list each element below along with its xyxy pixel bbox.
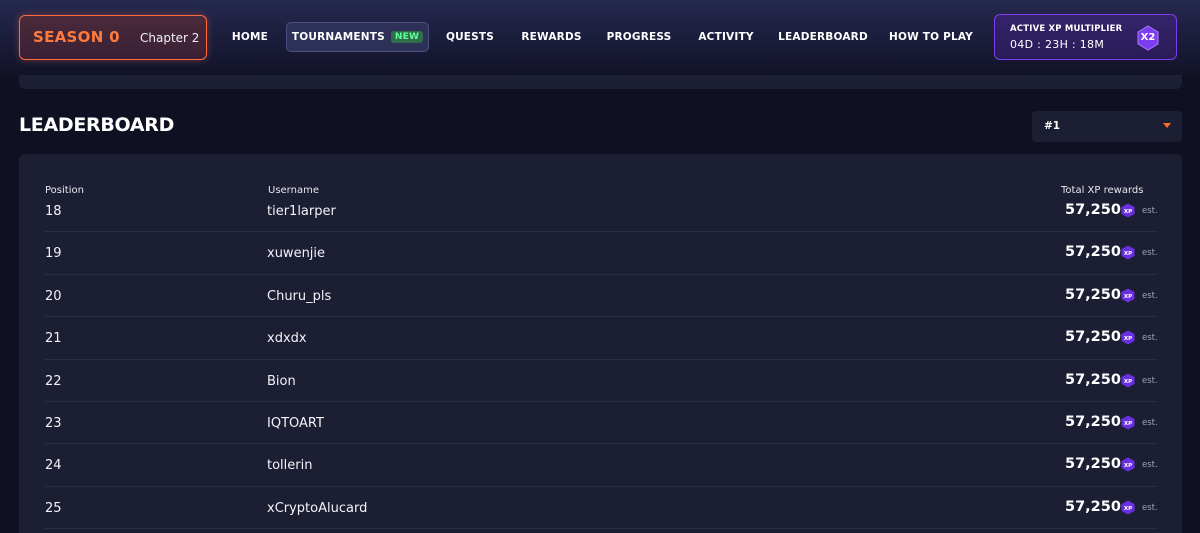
svg-text:XP: XP bbox=[1124, 421, 1132, 427]
xp-token-icon: XP bbox=[1121, 203, 1135, 218]
row-position: 18 bbox=[45, 204, 62, 219]
row-username: Churu_pls bbox=[267, 288, 332, 304]
nav-rewards[interactable]: REWARDS bbox=[518, 22, 585, 52]
row-username: xCryptoAlucard bbox=[267, 500, 368, 516]
svg-text:XP: XP bbox=[1124, 209, 1132, 215]
page-title: LEADERBOARD bbox=[19, 114, 175, 136]
nav-leaderboard[interactable]: LEADERBOARD bbox=[776, 22, 870, 52]
row-username: tier1larper bbox=[267, 204, 336, 219]
leaderboard-table: Position Username Total XP rewards 18 ti… bbox=[19, 154, 1182, 533]
row-position: 22 bbox=[45, 373, 62, 389]
row-xp-value: 57,250 bbox=[1065, 498, 1121, 515]
row-position: 24 bbox=[45, 458, 62, 474]
xp-token-icon: XP bbox=[1121, 288, 1135, 303]
nav-tournaments[interactable]: TOURNAMENTS NEW bbox=[286, 22, 429, 52]
header-total-xp: Total XP rewards bbox=[1061, 185, 1144, 196]
row-position: 19 bbox=[45, 246, 62, 262]
row-username: Bion bbox=[267, 373, 296, 389]
table-row: 23 IQTOART 57,250 XP est. bbox=[19, 402, 1182, 445]
new-badge: NEW bbox=[390, 31, 424, 43]
row-xp-value: 57,250 bbox=[1065, 202, 1121, 218]
row-username: xdxdx bbox=[267, 331, 307, 347]
multiplier-timer: 04D : 23H : 18M bbox=[1010, 38, 1105, 51]
xp-token-icon: XP bbox=[1121, 373, 1135, 388]
xp-token-icon: XP bbox=[1121, 500, 1135, 515]
season-title: SEASON 0 bbox=[33, 28, 120, 46]
chevron-down-icon bbox=[1163, 123, 1171, 128]
row-xp-value: 57,250 bbox=[1065, 329, 1121, 346]
row-est-label: est. bbox=[1142, 290, 1158, 301]
header-position: Position bbox=[45, 185, 84, 196]
row-xp-value: 57,250 bbox=[1065, 456, 1121, 473]
table-row: 19 xuwenjie 57,250 XP est. bbox=[19, 232, 1182, 276]
season-selector[interactable]: SEASON 0 Chapter 2 bbox=[19, 15, 207, 60]
table-row: 21 xdxdx 57,250 XP est. bbox=[19, 317, 1182, 360]
row-xp-value: 57,250 bbox=[1065, 413, 1121, 430]
row-xp-value: 57,250 bbox=[1065, 286, 1121, 303]
table-row: 22 Bion 57,250 XP est. bbox=[19, 360, 1182, 403]
top-navigation-bar: SEASON 0 Chapter 2 HOME TOURNAMENTS NEW … bbox=[0, 0, 1200, 75]
nav-how-to-play[interactable]: HOW TO PLAY bbox=[887, 22, 975, 52]
row-position: 23 bbox=[45, 415, 62, 431]
row-est-label: est. bbox=[1142, 502, 1158, 513]
nav-quests[interactable]: QUESTS bbox=[440, 22, 500, 52]
nav-activity[interactable]: ACTIVITY bbox=[693, 22, 759, 52]
svg-text:XP: XP bbox=[1124, 251, 1132, 257]
row-est-label: est. bbox=[1142, 206, 1158, 216]
xp-token-icon: XP bbox=[1121, 457, 1135, 472]
row-xp-value: 57,250 bbox=[1065, 244, 1121, 261]
row-est-label: est. bbox=[1142, 248, 1158, 259]
svg-text:XP: XP bbox=[1124, 463, 1132, 469]
xp-token-icon: XP bbox=[1121, 415, 1135, 430]
table-body[interactable]: 18 tier1larper 57,250 XP est. 19 xuwenji… bbox=[19, 201, 1182, 533]
row-username: tollerin bbox=[267, 458, 313, 474]
row-position: 21 bbox=[45, 331, 62, 347]
row-username: xuwenjie bbox=[267, 246, 326, 262]
table-row: 20 Churu_pls 57,250 XP est. bbox=[19, 275, 1182, 318]
row-est-label: est. bbox=[1142, 333, 1158, 344]
svg-text:XP: XP bbox=[1124, 378, 1132, 384]
table-row: 25 xCryptoAlucard 57,250 XP est. bbox=[19, 487, 1182, 530]
row-est-label: est. bbox=[1142, 375, 1158, 386]
svg-text:XP: XP bbox=[1124, 294, 1132, 300]
multiplier-title: ACTIVE XP MULTIPLIER bbox=[1010, 24, 1123, 34]
row-position: 25 bbox=[45, 500, 62, 516]
svg-text:XP: XP bbox=[1124, 336, 1132, 342]
row-xp-value: 57,250 bbox=[1065, 371, 1121, 388]
svg-text:XP: XP bbox=[1124, 506, 1132, 512]
rank-dropdown-value: #1 bbox=[1044, 120, 1061, 132]
table-row: 24 tollerin 57,250 XP est. bbox=[19, 444, 1182, 488]
season-chapter: Chapter 2 bbox=[140, 31, 200, 45]
multiplier-badge-label: X2 bbox=[1140, 32, 1156, 43]
row-est-label: est. bbox=[1142, 460, 1158, 471]
nav-tournaments-label: TOURNAMENTS bbox=[291, 31, 385, 43]
multiplier-hexagon-icon: X2 bbox=[1137, 25, 1159, 51]
row-username: IQTOART bbox=[267, 415, 324, 431]
xp-token-icon: XP bbox=[1121, 245, 1135, 260]
row-position: 20 bbox=[45, 288, 62, 304]
xp-token-icon: XP bbox=[1121, 330, 1135, 345]
xp-multiplier-panel[interactable]: ACTIVE XP MULTIPLIER 04D : 23H : 18M X2 bbox=[994, 14, 1177, 60]
nav-progress[interactable]: PROGRESS bbox=[603, 22, 675, 52]
header-username: Username bbox=[268, 185, 319, 196]
nav-home[interactable]: HOME bbox=[226, 22, 274, 52]
row-est-label: est. bbox=[1142, 417, 1158, 428]
rank-dropdown[interactable]: #1 bbox=[1032, 111, 1182, 142]
collapsed-panel bbox=[19, 75, 1182, 89]
table-row: 18 tier1larper 57,250 XP est. bbox=[19, 201, 1182, 233]
